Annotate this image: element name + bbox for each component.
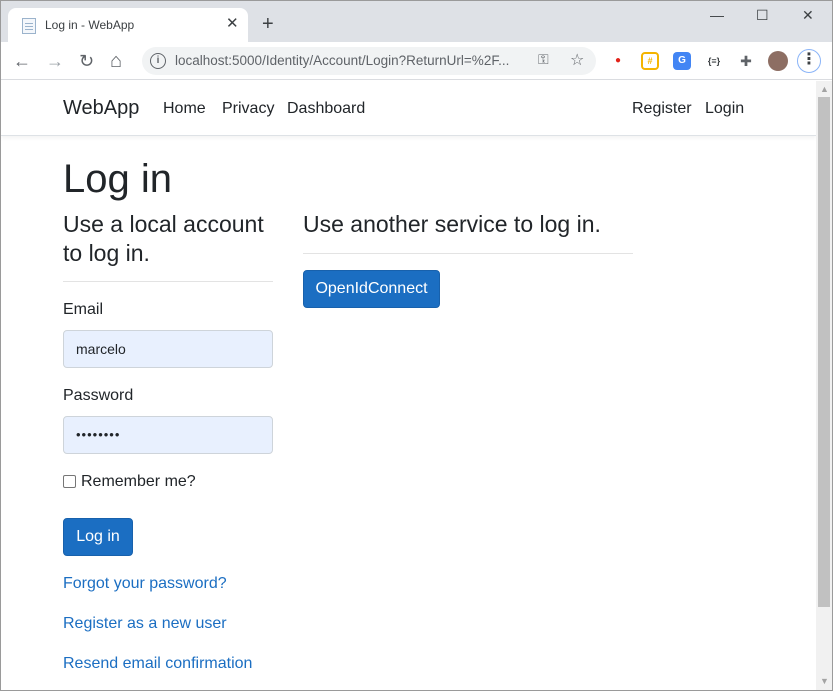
scroll-down-icon[interactable]: ▼ xyxy=(820,676,829,686)
resend-confirmation-link[interactable]: Resend email confirmation xyxy=(63,655,252,673)
site-navbar: WebApp Home Privacy Dashboard Register L… xyxy=(1,81,816,136)
remember-me-checkbox[interactable] xyxy=(63,475,76,488)
adblock-extension-icon[interactable]: ● xyxy=(609,52,627,70)
nav-link-home[interactable]: Home xyxy=(163,100,206,118)
forgot-password-link[interactable]: Forgot your password? xyxy=(63,575,227,593)
tab-title: Log in - WebApp xyxy=(45,18,135,32)
local-account-heading: Use a local account to log in. xyxy=(63,210,264,268)
navbar-brand[interactable]: WebApp xyxy=(63,97,139,120)
scroll-up-icon[interactable]: ▲ xyxy=(820,84,829,94)
window-maximize-icon[interactable]: ☐ xyxy=(756,6,769,24)
json-extension-icon[interactable]: {≡} xyxy=(703,52,725,70)
browser-titlebar: Log in - WebApp ✕ + — ☐ ✕ xyxy=(0,0,833,42)
forward-icon[interactable]: → xyxy=(46,50,64,72)
external-login-heading: Use another service to log in. xyxy=(303,211,601,237)
hashtag-extension-icon[interactable]: # xyxy=(641,52,659,70)
window-minimize-icon[interactable]: — xyxy=(710,6,724,24)
password-label: Password xyxy=(63,387,134,404)
remember-me-label[interactable]: Remember me? xyxy=(81,473,196,491)
login-button[interactable]: Log in xyxy=(63,518,133,556)
tab-close-icon[interactable]: ✕ xyxy=(226,16,239,32)
page-favicon-icon xyxy=(22,18,36,34)
nav-link-privacy[interactable]: Privacy xyxy=(222,100,274,118)
home-icon[interactable]: ⌂ xyxy=(110,50,122,72)
page-title: Log in xyxy=(63,157,172,201)
nav-link-register[interactable]: Register xyxy=(632,100,692,118)
email-field[interactable]: marcelo xyxy=(63,330,273,368)
local-account-heading-line1: Use a local account xyxy=(63,211,264,237)
scrollbar-thumb[interactable] xyxy=(818,97,830,607)
reload-icon[interactable]: ↻ xyxy=(79,50,94,72)
nav-link-login[interactable]: Login xyxy=(705,100,744,118)
new-tab-icon[interactable]: + xyxy=(262,14,274,34)
password-field[interactable]: •••••••• xyxy=(63,416,273,454)
browser-tab[interactable]: Log in - WebApp ✕ xyxy=(8,8,248,42)
page-viewport: WebApp Home Privacy Dashboard Register L… xyxy=(1,81,816,691)
window-close-icon[interactable]: ✕ xyxy=(802,6,814,24)
openidconnect-button[interactable]: OpenIdConnect xyxy=(303,270,440,308)
local-account-heading-line2: to log in. xyxy=(63,240,150,266)
address-bar[interactable]: i localhost:5000/Identity/Account/Login?… xyxy=(142,47,596,75)
external-section-divider xyxy=(303,253,633,254)
back-icon[interactable]: ← xyxy=(13,50,31,72)
puzzle-extension-icon[interactable]: ✚ xyxy=(737,52,755,70)
translate-extension-icon[interactable]: G xyxy=(673,52,691,70)
local-section-divider xyxy=(63,281,273,282)
register-new-user-link[interactable]: Register as a new user xyxy=(63,615,227,633)
bookmark-star-icon[interactable]: ☆ xyxy=(570,50,584,70)
browser-menu-icon[interactable]: ⋮ xyxy=(797,49,821,73)
profile-avatar[interactable] xyxy=(768,51,788,71)
site-info-icon[interactable]: i xyxy=(150,53,166,69)
browser-toolbar: ← → ↻ ⌂ i localhost:5000/Identity/Accoun… xyxy=(0,42,833,80)
page-scrollbar[interactable]: ▲ ▼ xyxy=(816,81,833,691)
url-text[interactable]: localhost:5000/Identity/Account/Login?Re… xyxy=(175,53,509,68)
key-icon[interactable]: ⚿ xyxy=(538,51,549,68)
nav-link-dashboard[interactable]: Dashboard xyxy=(287,100,365,118)
email-label: Email xyxy=(63,301,104,318)
